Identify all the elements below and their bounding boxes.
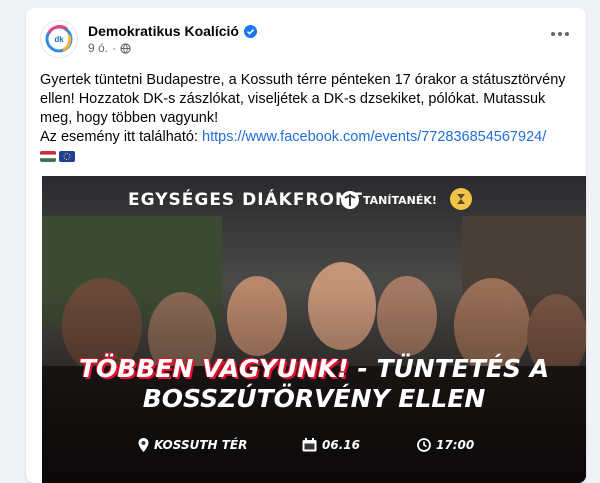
hourglass-icon xyxy=(457,194,465,204)
clock-icon xyxy=(417,438,431,452)
location-pin-icon xyxy=(138,438,149,452)
more-options-button[interactable] xyxy=(544,22,576,46)
time-item: 17:00 xyxy=(417,438,474,452)
page-name-link[interactable]: Demokratikus Koalíció xyxy=(88,23,239,39)
hungary-flag-icon xyxy=(40,151,56,162)
egyseges-diakfront-logo: EGYSÉGES DIÁKFRONT xyxy=(128,190,363,210)
tanitanek-logo-icon xyxy=(341,191,359,209)
location-text: KOSSUTH TÉR xyxy=(154,438,248,452)
globe-icon xyxy=(120,42,131,54)
eu-flag-icon xyxy=(59,151,75,162)
svg-text:dk: dk xyxy=(54,35,64,44)
headline-highlight: TÖBBEN VAGYUNK! xyxy=(78,354,349,383)
post-card: dk Demokratikus Koalíció 9 ó. · Gyertek … xyxy=(26,8,586,483)
brand-bar: EGYSÉGES DIÁKFRONT TANÍTANÉK! xyxy=(42,176,586,222)
flag-emojis xyxy=(40,151,572,162)
post-timestamp[interactable]: 9 ó. xyxy=(88,41,108,55)
dk-logo-icon: dk xyxy=(45,25,73,53)
tanitanek-logo: TANÍTANÉK! xyxy=(363,193,437,207)
headline-line2: BOSSZÚTÖRVÉNY ELLEN xyxy=(142,384,486,413)
verified-badge-icon xyxy=(243,24,257,38)
event-image[interactable]: EGYSÉGES DIÁKFRONT TANÍTANÉK! TÖBBEN VAG… xyxy=(42,176,586,483)
post-body: Gyertek tüntetni Budapestre, a Kossuth t… xyxy=(40,71,572,162)
more-dot xyxy=(558,32,562,36)
event-line: Az esemény itt található: https://www.fa… xyxy=(40,128,572,147)
post-message: Gyertek tüntetni Budapestre, a Kossuth t… xyxy=(40,72,566,126)
location-item: KOSSUTH TÉR xyxy=(138,438,247,452)
date-text: 06.16 xyxy=(322,438,360,452)
event-link-prefix: Az esemény itt található: xyxy=(40,129,198,145)
post-header: dk Demokratikus Koalíció 9 ó. · xyxy=(26,8,586,68)
page-avatar[interactable]: dk xyxy=(40,20,78,58)
more-dot xyxy=(565,32,569,36)
more-options-icon xyxy=(551,32,555,36)
time-text: 17:00 xyxy=(436,438,475,452)
hourglass-logo-icon xyxy=(450,188,472,210)
calendar-icon xyxy=(302,438,317,452)
headline-part: - TÜNTETÉS A xyxy=(348,354,550,383)
date-item: 06.16 xyxy=(302,438,360,452)
event-link[interactable]: https://www.facebook.com/events/77283685… xyxy=(202,129,546,145)
meta-separator: · xyxy=(112,41,117,55)
event-info: KOSSUTH TÉR 06.16 17:00 xyxy=(42,434,586,458)
event-headline: TÖBBEN VAGYUNK! - TÜNTETÉS A BOSSZÚTÖRVÉ… xyxy=(42,354,586,414)
